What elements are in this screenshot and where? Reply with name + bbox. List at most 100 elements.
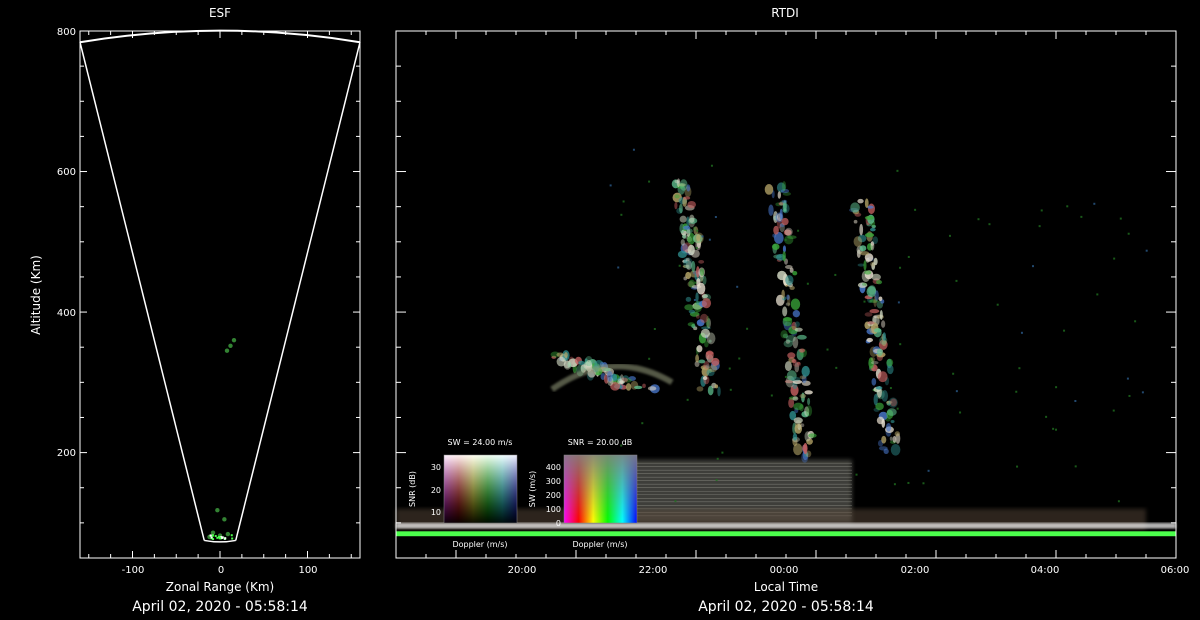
rtdi-plume-echo: [875, 386, 883, 390]
legend2-ytick: 200: [546, 491, 561, 500]
rtdi-scatter-echo: [1018, 367, 1021, 370]
rtdi-scatter-echo: [1117, 500, 1120, 503]
rtdi-scatter-echo: [835, 366, 838, 369]
esf-xtick: 100: [298, 565, 317, 576]
rtdi-plume-echo: [881, 320, 886, 328]
rtdi-plume-echo: [782, 251, 786, 262]
rtdi-plume-echo: [790, 376, 801, 382]
rtdi-scatter-echo: [716, 457, 719, 460]
rtdi-plume-echo: [578, 360, 585, 365]
esf-echo-point: [230, 534, 233, 537]
rtdi-scatter-echo: [1126, 377, 1129, 380]
rtdi-scatter-echo: [1074, 400, 1077, 403]
rtdi-plume-echo: [696, 345, 703, 353]
rtdi-scatter-echo: [714, 216, 717, 219]
rtdi-scatter-echo: [648, 357, 651, 360]
rtdi-scatter-echo: [988, 223, 991, 226]
rtdi-scatter-echo: [686, 398, 689, 401]
rtdi-scatter-echo: [955, 279, 958, 282]
rtdi-plume-echo: [873, 393, 878, 406]
rtdi-plume-echo: [867, 321, 875, 325]
rtdi-plume-echo: [890, 443, 901, 456]
rtdi-plume-echo: [864, 232, 875, 238]
rtdi-plume-echo: [859, 245, 867, 252]
esf-fan-bottom-arc: [204, 539, 236, 543]
esf-fan-left-edge: [79, 42, 205, 541]
rtdi-scatter-echo: [641, 422, 644, 425]
rtdi-scatter-echo: [1113, 257, 1116, 260]
rtdi-scatter-echo: [674, 500, 677, 503]
rtdi-scatter-echo: [729, 388, 732, 391]
rtdi-scatter-echo: [1145, 249, 1148, 252]
rtdi-plume-echo: [877, 371, 888, 383]
rtdi-plume-echo: [700, 313, 709, 323]
rtdi-scatter-echo: [914, 208, 917, 211]
rtdi-plume-echo: [861, 282, 867, 286]
rtdi-plume-echo: [871, 378, 877, 386]
rtdi-plume-echo: [781, 217, 789, 226]
legend1-ytick: 10: [431, 508, 441, 517]
rtdi-scatter-echo: [889, 387, 892, 390]
rtdi-plume-echo: [877, 348, 883, 357]
rtdi-plume-echo: [870, 357, 876, 362]
rtdi-scatter-echo: [736, 285, 739, 288]
legend2-ytick: 0: [556, 519, 561, 528]
rtdi-xtick: 22:00: [639, 565, 668, 576]
rtdi-scatter-echo: [1055, 428, 1058, 431]
rtdi-scatter-echo: [927, 469, 930, 472]
esf-fan: [79, 29, 361, 543]
rtdi-scatter-echo: [855, 473, 858, 476]
esf-xtick: 0: [218, 565, 224, 576]
rtdi-plume-echo: [677, 250, 687, 259]
rtdi-plume-echo: [714, 384, 719, 389]
rtdi-xtick: 02:00: [901, 565, 930, 576]
rtdi-plume-echo: [876, 416, 885, 425]
rtdi-plume-echo: [777, 270, 787, 281]
legend1-ytick: 20: [431, 486, 441, 495]
rtdi-scatter-echo: [977, 218, 980, 221]
legend2-ytick: 300: [546, 477, 561, 486]
esf-echo-point: [222, 517, 227, 522]
rtdi-plume-echo: [872, 236, 879, 245]
rtdi-scatter-echo: [806, 282, 809, 285]
rtdi-scatter-echo: [1020, 331, 1023, 334]
rtdi-scatter-echo: [620, 213, 623, 216]
rtdi-plume-echo: [868, 285, 876, 295]
rtdi-plume-echo: [698, 359, 706, 364]
rtdi-scatter-echo: [746, 327, 749, 330]
rtdi-plume-echo: [782, 306, 788, 317]
rtdi-plume-echo: [674, 194, 680, 199]
rtdi-green-band: [396, 531, 1176, 537]
rtdi-plume-echo: [803, 442, 808, 455]
rtdi-plume-echo: [786, 294, 790, 300]
rtdi-scatter-echo: [648, 180, 651, 183]
rtdi-scatter-echo: [948, 234, 951, 237]
esf-echo-point: [215, 508, 220, 513]
esf-ytick: 200: [57, 448, 76, 459]
rtdi-scatter-echo: [899, 343, 902, 346]
esf-xtick: -100: [122, 565, 145, 576]
esf-frame: [79, 30, 361, 559]
rtdi-plume-echo: [890, 398, 897, 407]
esf-echo-point: [228, 343, 233, 348]
rtdi-plume-echo: [686, 184, 691, 192]
legend2-ytick: 400: [546, 463, 561, 472]
rtdi-plume-echo: [685, 271, 692, 280]
legend2-title: SNR = 20.00 dB: [568, 438, 632, 447]
rtdi-scatter-echo: [632, 148, 635, 151]
rtdi-plume-echo: [873, 257, 878, 266]
rtdi-scatter-echo: [715, 479, 718, 482]
rtdi-scatter-echo: [863, 300, 866, 303]
rtdi-plume-echo: [779, 208, 783, 220]
rtdi-plume-echo: [584, 356, 593, 367]
rtdi-plume-echo: [864, 270, 872, 275]
rtdi-scatter-echo: [893, 483, 896, 486]
rtdi-plume-echo: [794, 321, 800, 328]
esf-echo-point: [211, 535, 214, 538]
rtdi-plume-echo: [793, 417, 803, 424]
esf-echoes: [207, 337, 237, 541]
rtdi-plume-echo: [692, 226, 697, 231]
rtdi-scatter-echo: [701, 235, 704, 238]
esf-echo-point: [224, 537, 227, 540]
rtdi-plume-echo: [771, 243, 780, 251]
